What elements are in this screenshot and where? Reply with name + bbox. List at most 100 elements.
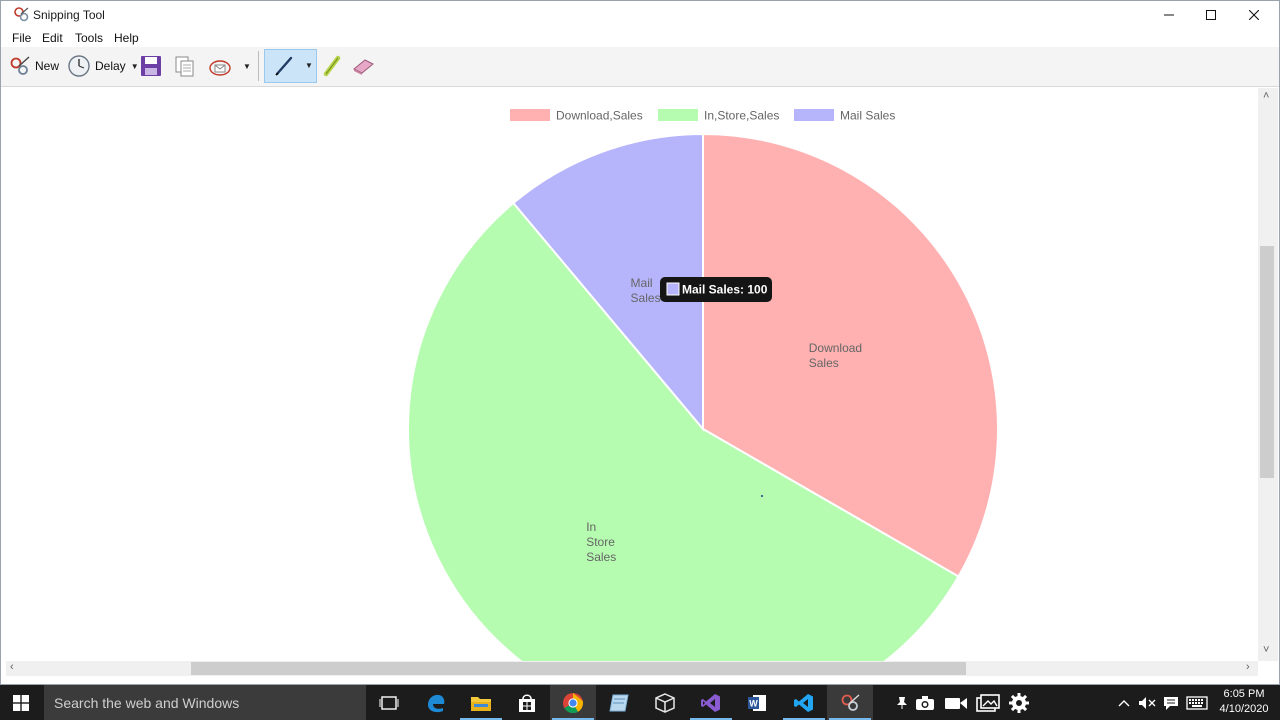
scroll-right-icon[interactable]: › bbox=[1246, 661, 1250, 673]
file-explorer-button[interactable] bbox=[458, 685, 504, 720]
menu-bar: File Edit Tools Help bbox=[1, 29, 1279, 47]
edge-button[interactable] bbox=[413, 685, 459, 720]
close-icon bbox=[1249, 10, 1259, 20]
camera-icon bbox=[916, 696, 934, 710]
edge-icon bbox=[428, 694, 445, 712]
send-snip-button[interactable]: ▼ bbox=[208, 47, 251, 85]
legend-swatch-download-sales[interactable] bbox=[510, 109, 550, 121]
volume-muted-icon bbox=[1139, 697, 1156, 709]
vscode-icon bbox=[794, 693, 813, 712]
menu-edit[interactable]: Edit bbox=[42, 31, 63, 45]
chart-tooltip: Mail Sales: 100 bbox=[660, 277, 772, 302]
word-icon: W bbox=[748, 694, 766, 711]
tray-video-button[interactable] bbox=[943, 693, 969, 713]
scroll-left-icon[interactable]: ‹ bbox=[10, 661, 14, 673]
send-snip-icon bbox=[209, 60, 231, 76]
title-bar[interactable]: Snipping Tool bbox=[1, 1, 1279, 29]
copy-button[interactable] bbox=[174, 47, 196, 85]
scroll-up-icon[interactable]: ˄ bbox=[1263, 90, 1269, 102]
word-button[interactable]: W bbox=[734, 685, 780, 720]
tray-gallery-button[interactable] bbox=[975, 693, 1001, 713]
svg-text:W: W bbox=[749, 698, 758, 708]
highlighter-button[interactable] bbox=[321, 47, 343, 85]
clock-icon bbox=[68, 55, 90, 77]
window-title: Snipping Tool bbox=[33, 8, 105, 22]
store-icon bbox=[519, 693, 535, 712]
keyboard-icon bbox=[1186, 696, 1208, 710]
task-view-button[interactable] bbox=[366, 685, 412, 720]
pen-dropdown-icon[interactable]: ▼ bbox=[305, 61, 313, 70]
notepad-button[interactable] bbox=[596, 685, 642, 720]
start-button[interactable] bbox=[0, 685, 42, 720]
minimize-button[interactable] bbox=[1146, 1, 1192, 29]
delay-label: Delay bbox=[95, 59, 126, 73]
pen-button[interactable]: ▼ bbox=[264, 49, 317, 83]
notifications-button[interactable] bbox=[1160, 693, 1182, 713]
show-hidden-icons-button[interactable] bbox=[1116, 693, 1132, 713]
virtualbox-button[interactable] bbox=[642, 685, 688, 720]
chrome-button[interactable] bbox=[550, 685, 596, 720]
horizontal-scrollbar[interactable]: ‹ › bbox=[6, 661, 1258, 676]
tray-camera-button[interactable] bbox=[913, 693, 937, 713]
close-button[interactable] bbox=[1231, 1, 1277, 29]
vscode-button[interactable] bbox=[781, 685, 827, 720]
legend-swatch-mail-sales[interactable] bbox=[794, 109, 834, 121]
file-explorer-icon bbox=[471, 696, 491, 711]
windows-logo-icon bbox=[13, 694, 29, 711]
menu-tools[interactable]: Tools bbox=[75, 31, 103, 45]
legend-label-mail-sales[interactable]: Mail Sales bbox=[840, 109, 895, 123]
new-snip-button[interactable]: New bbox=[9, 47, 59, 85]
save-button[interactable] bbox=[140, 47, 162, 85]
toolbar-separator bbox=[258, 51, 259, 81]
volume-button[interactable] bbox=[1136, 693, 1158, 713]
tooltip-swatch bbox=[666, 282, 680, 296]
pie-chart: Download,Sales In,Store,Sales Mail Sales D… bbox=[406, 109, 999, 661]
visual-studio-button[interactable] bbox=[688, 685, 734, 720]
visual-studio-icon bbox=[701, 693, 720, 712]
vertical-scrollbar[interactable]: ˄ ˅ bbox=[1258, 88, 1278, 661]
scroll-down-icon[interactable]: ˅ bbox=[1263, 644, 1269, 656]
legend-swatch-in-store-sales[interactable] bbox=[658, 109, 698, 121]
legend-label-download-sales[interactable]: Download,Sales bbox=[556, 109, 643, 123]
search-placeholder: Search the web and Windows bbox=[54, 695, 240, 711]
clock-date: 4/10/2020 bbox=[1219, 703, 1269, 715]
highlighter-icon bbox=[323, 55, 341, 77]
tooltip-text: Mail Sales: 100 bbox=[682, 283, 768, 297]
copy-icon bbox=[175, 56, 194, 77]
new-label: New bbox=[35, 59, 60, 73]
snip-canvas[interactable]: Download,Sales In,Store,Sales Mail Sales D… bbox=[6, 88, 1258, 661]
new-snip-icon bbox=[10, 56, 30, 75]
clock-time: 6:05 PM bbox=[1223, 688, 1265, 700]
tray-settings-button[interactable] bbox=[1006, 693, 1032, 713]
virtualbox-icon bbox=[655, 692, 675, 713]
snipping-tool-app-icon bbox=[14, 7, 29, 22]
gear-icon bbox=[1009, 693, 1029, 713]
store-button[interactable] bbox=[504, 685, 550, 720]
pen-icon bbox=[275, 56, 293, 76]
pin-icon bbox=[897, 697, 907, 709]
send-dropdown-icon[interactable]: ▼ bbox=[243, 62, 251, 71]
delay-button[interactable]: Delay ▼ bbox=[67, 47, 139, 85]
snipping-tool-taskbar-button[interactable] bbox=[827, 685, 873, 720]
menu-help[interactable]: Help bbox=[114, 31, 139, 45]
save-icon bbox=[141, 56, 161, 76]
task-view-icon bbox=[379, 695, 399, 710]
vertical-scroll-thumb[interactable] bbox=[1260, 246, 1274, 478]
chart-legend: Download,Sales In,Store,Sales Mail Sales bbox=[510, 109, 895, 123]
chrome-icon bbox=[563, 692, 584, 713]
taskbar-clock[interactable]: 6:05 PM 4/10/2020 bbox=[1213, 687, 1275, 717]
keyboard-button[interactable] bbox=[1184, 693, 1210, 713]
eraser-button[interactable] bbox=[351, 47, 375, 85]
taskbar: Search the web and Windows W 6:05 PM 4/1… bbox=[0, 685, 1280, 720]
maximize-icon bbox=[1206, 10, 1216, 20]
snipping-tool-icon bbox=[841, 693, 860, 711]
notepad-icon bbox=[609, 694, 629, 711]
legend-label-in-store-sales[interactable]: In,Store,Sales bbox=[704, 109, 779, 123]
menu-file[interactable]: File bbox=[12, 31, 31, 45]
tray-pin-button[interactable] bbox=[893, 693, 911, 713]
delay-dropdown-icon[interactable]: ▼ bbox=[131, 62, 139, 71]
taskbar-search-box[interactable]: Search the web and Windows bbox=[44, 685, 366, 720]
maximize-button[interactable] bbox=[1188, 1, 1234, 29]
horizontal-scroll-thumb[interactable] bbox=[191, 662, 966, 675]
video-camera-icon bbox=[945, 698, 967, 709]
